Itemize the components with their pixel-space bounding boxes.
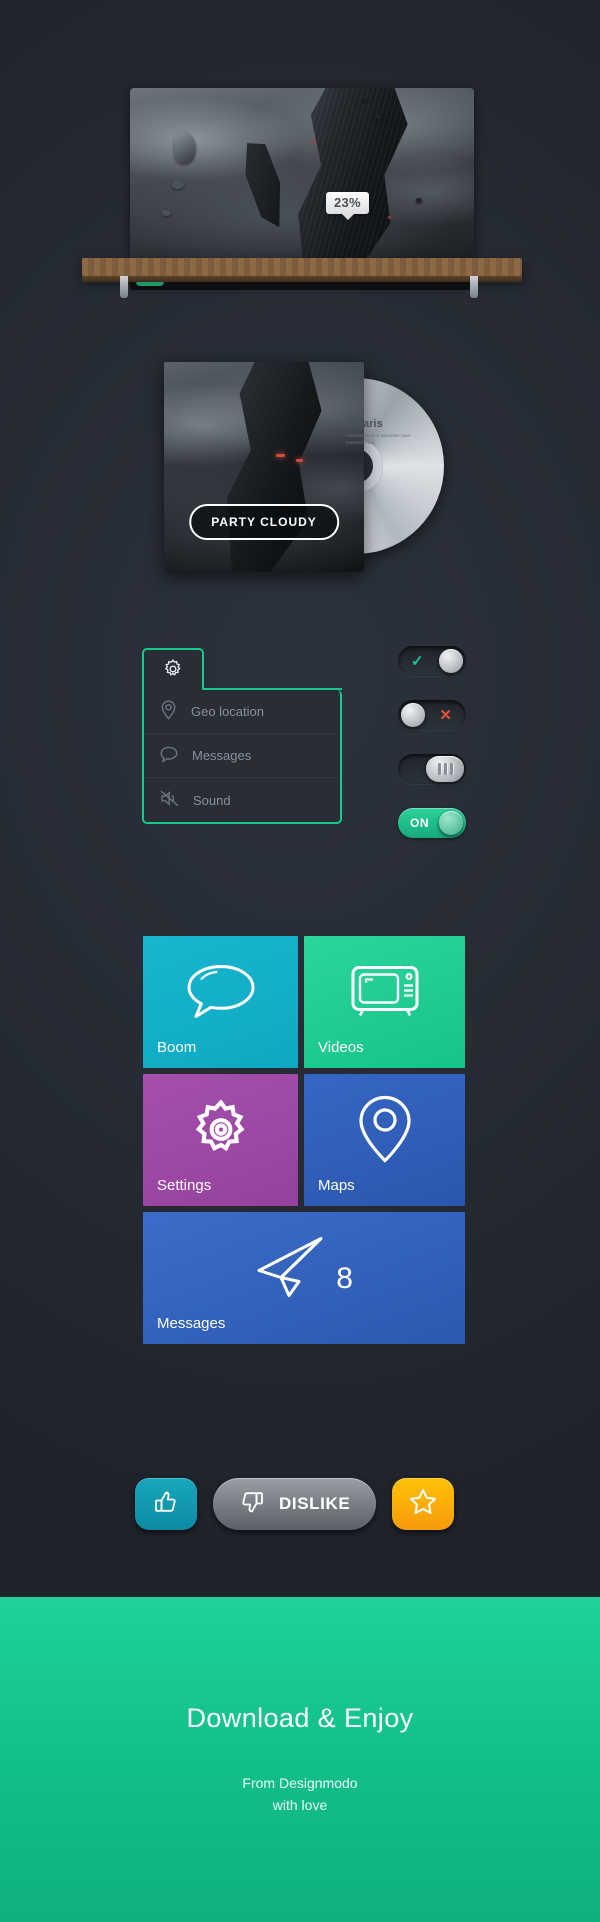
cd-text-block: Polaris Final bandtion of awesome User I…	[346, 418, 420, 447]
debris-rock	[416, 198, 422, 203]
menu-accent-line	[202, 688, 342, 690]
map-pin-icon	[160, 700, 177, 723]
thumbs-down-icon	[239, 1489, 265, 1520]
tile-label: Boom	[157, 1039, 197, 1056]
tile-label: Messages	[157, 1315, 226, 1332]
creature-eye	[276, 454, 285, 458]
cd-subtitle: Final bandtion of awesome User Interface…	[346, 433, 411, 445]
menu-item-label: Sound	[193, 792, 231, 808]
footer-line-2: with love	[272, 1797, 328, 1813]
chat-bubble-icon	[160, 746, 178, 766]
settings-dropdown: Geo location Messages Sound	[142, 648, 342, 824]
wooden-shelf	[82, 258, 522, 276]
tile-row: Settings Maps	[143, 1074, 465, 1206]
tile-messages[interactable]: 8 Messages	[143, 1212, 465, 1344]
shelf-bracket-left	[120, 276, 128, 298]
toggle-knob[interactable]	[439, 811, 463, 835]
television-icon	[349, 962, 421, 1027]
progress-percent-badge: 23%	[326, 192, 369, 220]
video-screen[interactable]: 23%	[130, 88, 474, 260]
star-icon	[409, 1488, 437, 1520]
toggle-knob-grip[interactable]	[426, 756, 464, 782]
on-toggle[interactable]: ON	[398, 808, 466, 838]
settings-menu-list: Geo location Messages Sound	[142, 688, 342, 824]
debris-rock	[162, 210, 171, 216]
gear-icon	[188, 1097, 254, 1168]
toggle-knob[interactable]	[439, 649, 463, 673]
menu-item-label: Geo location	[191, 704, 264, 719]
shelf-bracket-right	[470, 276, 478, 298]
spark-dot	[388, 216, 391, 219]
footer-heading: Download & Enjoy	[186, 1702, 414, 1733]
gear-icon	[162, 658, 184, 685]
party-cloudy-button[interactable]: PARTY CLOUDY	[189, 504, 339, 540]
tile-label: Maps	[318, 1177, 355, 1194]
sound-muted-icon	[160, 790, 179, 810]
menu-item-geo-location[interactable]: Geo location	[144, 690, 340, 734]
check-mark-icon: ✓	[411, 653, 424, 670]
cross-mark-icon: ✕	[439, 707, 452, 724]
tile-label: Videos	[318, 1039, 364, 1056]
tile-videos[interactable]: Videos	[304, 936, 465, 1068]
menu-item-label: Messages	[192, 748, 252, 763]
chat-bubble-icon	[185, 963, 257, 1026]
dislike-button[interactable]: DISLIKE	[213, 1478, 377, 1530]
shelf-edge	[82, 276, 522, 282]
tile-label: Settings	[157, 1177, 212, 1194]
debris-rock	[376, 114, 381, 119]
creature-eye	[296, 458, 303, 462]
grip-line	[449, 763, 453, 775]
tile-settings[interactable]: Settings	[143, 1074, 298, 1206]
album-artwork[interactable]: PARTY CLOUDY	[164, 362, 364, 572]
menu-item-messages[interactable]: Messages	[144, 734, 340, 778]
grip-line	[437, 763, 441, 775]
page-root: 23% HD Polaris Final	[0, 0, 600, 1922]
tile-maps[interactable]: Maps	[304, 1074, 465, 1206]
toggle-switch-group: ✓ ✕ ON	[398, 646, 478, 862]
debris-rock	[362, 98, 366, 102]
footer-banner: Download & Enjoy From Designmodo with lo…	[0, 1597, 600, 1922]
cross-toggle[interactable]: ✕	[398, 700, 466, 730]
settings-tab-button[interactable]	[142, 648, 204, 692]
check-toggle[interactable]: ✓	[398, 646, 466, 676]
tile-row: Boom Videos	[143, 936, 465, 1068]
tile-grid: Boom Videos Settings Maps 8 Messages	[143, 936, 465, 1350]
debris-rock	[172, 180, 184, 189]
menu-item-sound[interactable]: Sound	[144, 778, 340, 822]
grip-line	[443, 763, 447, 775]
map-pin-icon	[358, 1095, 412, 1170]
debris-rock	[174, 132, 196, 164]
on-toggle-label: ON	[410, 816, 429, 830]
action-button-row: DISLIKE	[135, 1478, 455, 1530]
toggle-knob[interactable]	[401, 703, 425, 727]
footer-line-1: From Designmodo	[242, 1774, 358, 1791]
message-count-badge: 8	[336, 1262, 353, 1296]
tile-boom[interactable]: Boom	[143, 936, 298, 1068]
album-cover-widget: Polaris Final bandtion of awesome User I…	[164, 362, 444, 572]
dislike-label: DISLIKE	[279, 1494, 351, 1513]
like-button[interactable]	[135, 1478, 197, 1530]
grip-toggle[interactable]	[398, 754, 466, 784]
thumbs-up-icon	[153, 1489, 179, 1520]
paper-plane-icon	[255, 1235, 327, 1306]
cd-title: Polaris	[346, 418, 383, 430]
spark-dot	[312, 140, 315, 143]
tile-row: 8 Messages	[143, 1212, 465, 1344]
favorite-button[interactable]	[392, 1478, 455, 1530]
